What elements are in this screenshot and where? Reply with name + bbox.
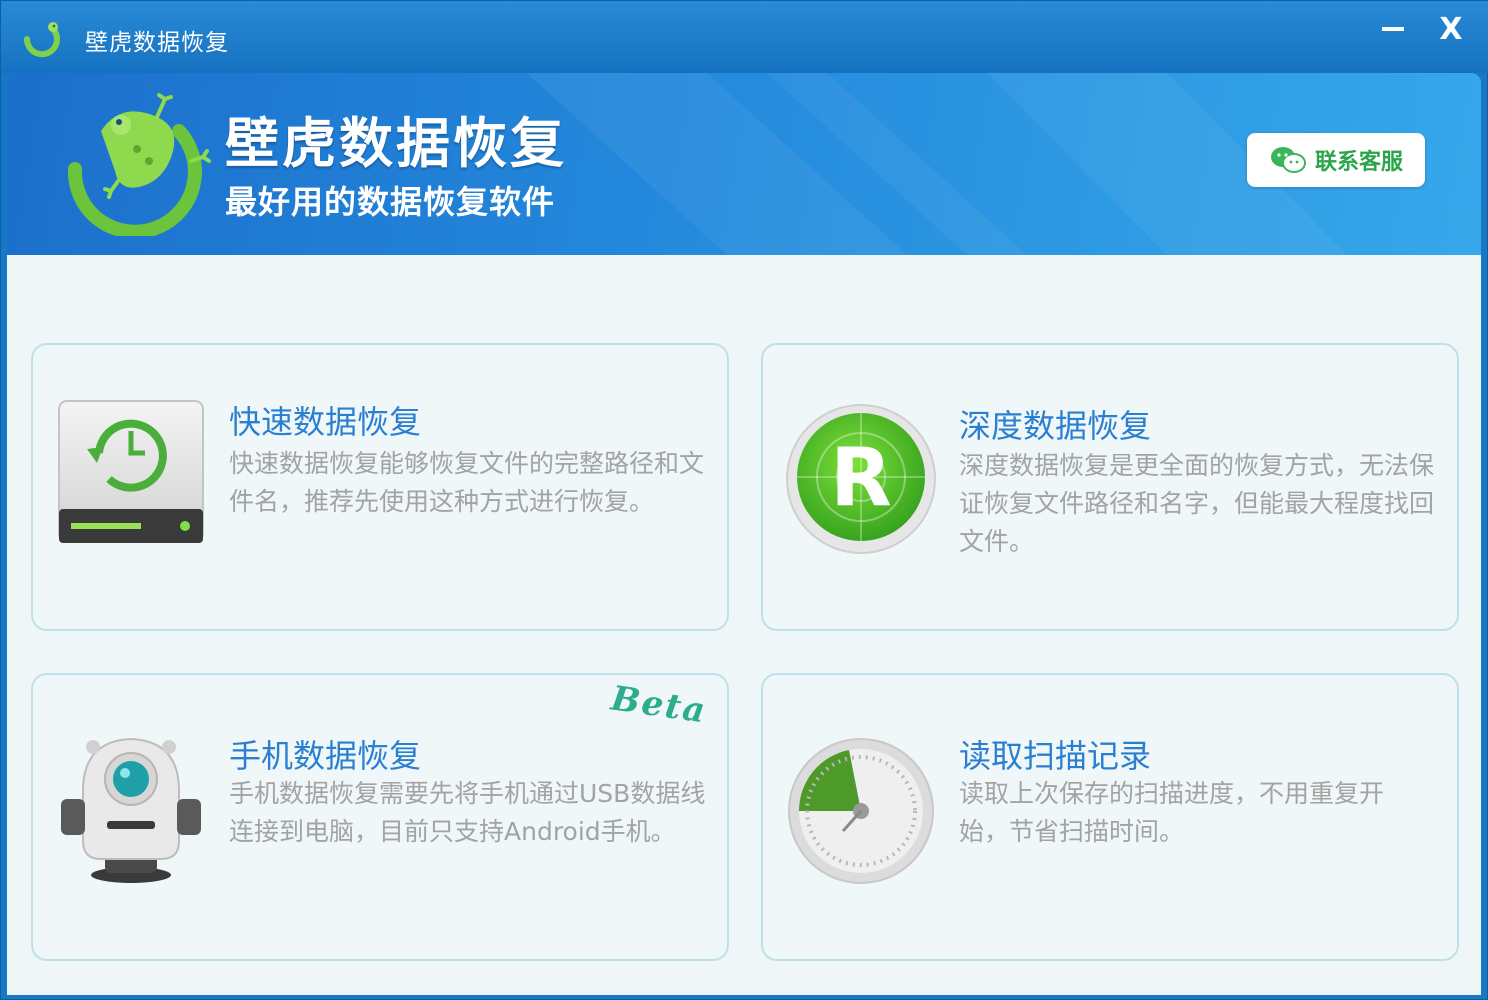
main-content: 快速数据恢复 快速数据恢复能够恢复文件的完整路径和文件名，推荐先使用这种方式进行… xyxy=(7,255,1481,995)
app-window: 壁虎数据恢复 X 壁虎数据恢复 最好用的数据恢复软件 联系客服 快速数据恢复 快… xyxy=(0,0,1488,1000)
window-title: 壁虎数据恢复 xyxy=(85,30,229,56)
close-button[interactable]: X xyxy=(1429,9,1473,49)
beta-badge: Beta xyxy=(608,678,710,732)
contact-support-label: 联系客服 xyxy=(1314,150,1403,175)
wechat-icon xyxy=(1270,147,1306,173)
card-description: 读取上次保存的扫描进度，不用重复开始，节省扫描时间。 xyxy=(959,779,1385,846)
radar-r-icon: R xyxy=(786,404,936,554)
card-description: 手机数据恢复需要先将手机通过USB数据线连接到电脑，目前只支持Android手机… xyxy=(229,779,706,846)
close-icon: X xyxy=(1439,11,1463,47)
card-title: 读取扫描记录 xyxy=(959,737,1152,775)
deep-recovery-card[interactable]: R 深度数据恢复 深度数据恢复是更全面的恢复方式，无法保证恢复文件路径和名字，但… xyxy=(761,343,1459,631)
robot-phone-icon xyxy=(61,737,201,883)
banner-subtitle: 最好用的数据恢复软件 xyxy=(225,183,556,221)
card-title: 手机数据恢复 xyxy=(229,737,422,775)
svg-text:R: R xyxy=(830,431,892,524)
read-scan-record-card[interactable]: 读取扫描记录 读取上次保存的扫描进度，不用重复开始，节省扫描时间。 xyxy=(761,673,1459,961)
card-description: 深度数据恢复是更全面的恢复方式，无法保证恢复文件路径和名字，但能最大程度找回文件… xyxy=(959,451,1435,556)
minimize-icon xyxy=(1382,27,1404,31)
banner-title: 壁虎数据恢复 xyxy=(225,111,567,175)
card-title: 深度数据恢复 xyxy=(959,407,1152,445)
title-bar[interactable]: 壁虎数据恢复 X xyxy=(1,1,1488,73)
phone-recovery-card[interactable]: Beta 手机数据恢复 手机数据恢复需要先将手机通过USB数据线连接到电脑，目前… xyxy=(31,673,729,961)
gecko-logo-icon xyxy=(23,22,60,58)
card-title: 快速数据恢复 xyxy=(229,403,422,441)
header-banner: 壁虎数据恢复 最好用的数据恢复软件 联系客服 xyxy=(7,73,1481,255)
minimize-button[interactable] xyxy=(1371,9,1415,49)
gecko-logo-icon xyxy=(67,93,211,236)
hard-drive-restore-icon xyxy=(58,400,204,543)
contact-support-button[interactable]: 联系客服 xyxy=(1247,133,1425,187)
card-description: 快速数据恢复能够恢复文件的完整路径和文件名，推荐先使用这种方式进行恢复。 xyxy=(229,449,705,516)
quick-recovery-card[interactable]: 快速数据恢复 快速数据恢复能够恢复文件的完整路径和文件名，推荐先使用这种方式进行… xyxy=(31,343,729,631)
scan-gauge-icon xyxy=(788,738,934,884)
